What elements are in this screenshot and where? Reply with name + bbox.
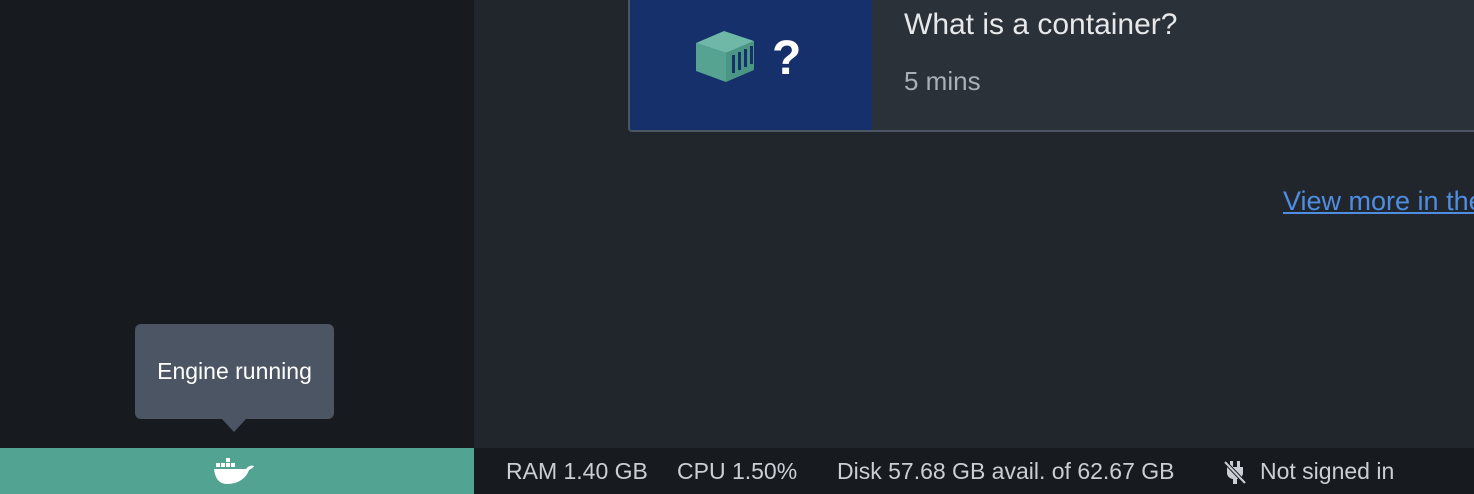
engine-status-tooltip: Engine running (135, 324, 334, 419)
docker-whale-icon (214, 458, 254, 484)
unplugged-icon (1223, 460, 1247, 485)
engine-status-button[interactable] (0, 448, 474, 494)
disk-usage: Disk 57.68 GB avail. of 62.67 GB (837, 458, 1175, 484)
card-thumbnail: ? (630, 0, 872, 130)
card-duration: 5 mins (904, 66, 981, 96)
card-title: What is a container? (904, 8, 1178, 41)
docker-desktop-window: ? What is a container? 5 mins View more … (0, 0, 1474, 494)
tooltip-arrow (222, 419, 246, 432)
ram-usage: RAM 1.40 GB (506, 458, 648, 484)
view-more-link[interactable]: View more in the Learning center (1283, 186, 1474, 217)
main-content: ? What is a container? 5 mins View more … (474, 0, 1474, 448)
cpu-usage: CPU 1.50% (677, 458, 798, 484)
status-bar: RAM 1.40 GB CPU 1.50% Disk 57.68 GB avai… (0, 448, 1474, 494)
learning-card[interactable]: ? What is a container? 5 mins (628, 0, 1474, 132)
sign-in-label: Not signed in (1260, 458, 1395, 484)
svg-text:?: ? (772, 32, 801, 85)
container-question-icon: ? (696, 31, 801, 85)
